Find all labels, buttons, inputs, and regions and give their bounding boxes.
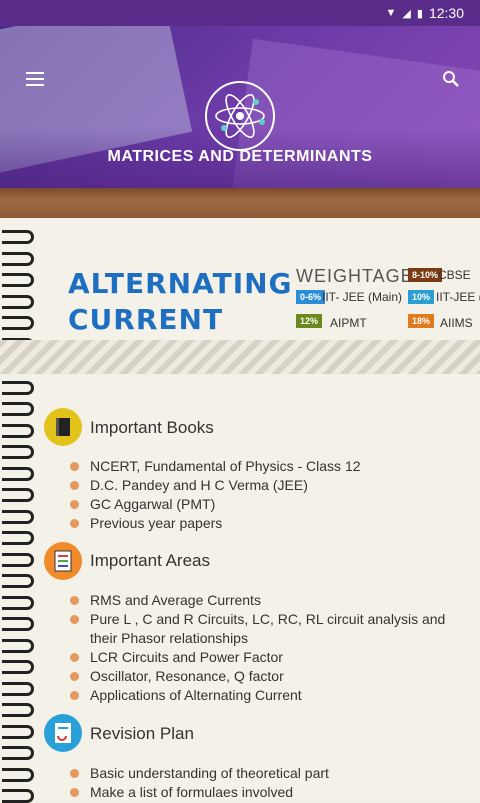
atom-icon [205, 81, 275, 151]
list-item: NCERT, Fundamental of Physics - Class 12 [90, 458, 361, 474]
signal-icon: ◢ [402, 7, 411, 20]
wood-strip [0, 188, 480, 218]
list-bullet [70, 691, 79, 700]
spiral-ring [2, 380, 34, 395]
book-icon [44, 408, 82, 446]
spiral-ring [2, 402, 34, 416]
list-item: Basic understanding of theoretical part [90, 765, 329, 781]
weightage-chip-cbse: 8-10% [408, 268, 443, 282]
notebook-rings [0, 222, 40, 803]
status-time: 12:30 [428, 5, 464, 21]
list-item: GC Aggarwal (PMT) [90, 496, 216, 512]
spiral-ring [2, 724, 34, 739]
spiral-ring [2, 509, 34, 524]
spiral-ring [2, 617, 34, 631]
spiral-ring [2, 595, 34, 610]
weightage-chip-iit-adv: 10% [408, 290, 435, 304]
weightage-chip-aipmt: 12% [296, 314, 323, 328]
header-title: MATRICES AND DETERMINANTS [107, 148, 373, 165]
list-item: D.C. Pandey and H C Verma (JEE) [90, 477, 308, 493]
weightage-label: WEIGHTAGE: [296, 266, 420, 286]
list-bullet [70, 672, 79, 681]
checklist-icon [44, 542, 82, 580]
spiral-ring [2, 251, 34, 266]
spiral-ring [2, 638, 34, 653]
list-bullet [70, 653, 79, 662]
spiral-ring [2, 746, 34, 760]
spiral-ring [2, 273, 34, 287]
list-item: Applications of Alternating Current [90, 687, 302, 703]
status-bar: ▼ ◢ ▮ 12:30 [0, 0, 480, 26]
weightage-exam-iit-main: IIT- JEE (Main) [322, 290, 403, 304]
spiral-ring [2, 294, 34, 309]
list-item: Previous year papers [90, 515, 223, 531]
weightage-exam-iit-adv: IIT-JEE (A [436, 290, 480, 304]
spiral-ring [2, 552, 34, 567]
spiral-ring [2, 789, 34, 803]
list-item: Make a list of formulaes involved [90, 784, 294, 800]
list-item: their Phasor relationships [90, 630, 248, 646]
topic-title: ALTERNATING CURRENT [68, 266, 293, 338]
spiral-ring [2, 466, 34, 481]
list-item: RMS and Average Currents [90, 592, 261, 608]
topic-title-line2: CURRENT [68, 303, 224, 336]
section-divider-stripe [0, 340, 480, 374]
list-item: Pure L , C and R Circuits, LC, RC, RL ci… [90, 611, 446, 627]
spiral-ring [2, 230, 34, 244]
wifi-icon: ▼ [385, 7, 397, 19]
list-bullet [70, 788, 79, 797]
list-bullet [70, 769, 79, 778]
weightage-exam-aiims: AIIMS [440, 316, 473, 330]
list-item: Oscillator, Resonance, Q factor [90, 668, 284, 684]
list-bullet [70, 615, 79, 624]
spiral-ring [2, 767, 34, 782]
spiral-ring [2, 488, 34, 502]
spiral-ring [2, 423, 34, 438]
spiral-ring [2, 660, 34, 674]
menu-icon[interactable] [26, 72, 44, 86]
section-title-books: Important Books [90, 418, 214, 437]
weightage-exam-aipmt: AIPMT [330, 316, 367, 330]
list-item: LCR Circuits and Power Factor [90, 649, 283, 665]
spiral-ring [2, 531, 34, 545]
list-bullet [70, 519, 79, 528]
section-title-revision: Revision Plan [90, 724, 194, 743]
spiral-ring [2, 445, 34, 459]
spiral-ring [2, 703, 34, 717]
spiral-ring [2, 574, 34, 588]
list-bullet [70, 481, 79, 490]
revision-icon [44, 714, 82, 752]
weightage-chip-iit-main: 0-6% [296, 290, 326, 304]
spiral-ring [2, 316, 34, 330]
section-title-areas: Important Areas [90, 551, 211, 570]
list-bullet [70, 596, 79, 605]
topic-title-line1: ALTERNATING [68, 267, 293, 300]
list-bullet [70, 500, 79, 509]
spiral-ring [2, 681, 34, 696]
weightage-chip-aiims: 18% [408, 314, 435, 328]
list-bullet [70, 462, 79, 471]
search-icon[interactable] [442, 70, 460, 88]
weightage-exam-cbse: CBSE [438, 268, 471, 282]
header-banner: MATRICES AND DETERMINANTS [0, 26, 480, 188]
battery-icon: ▮ [416, 7, 423, 20]
